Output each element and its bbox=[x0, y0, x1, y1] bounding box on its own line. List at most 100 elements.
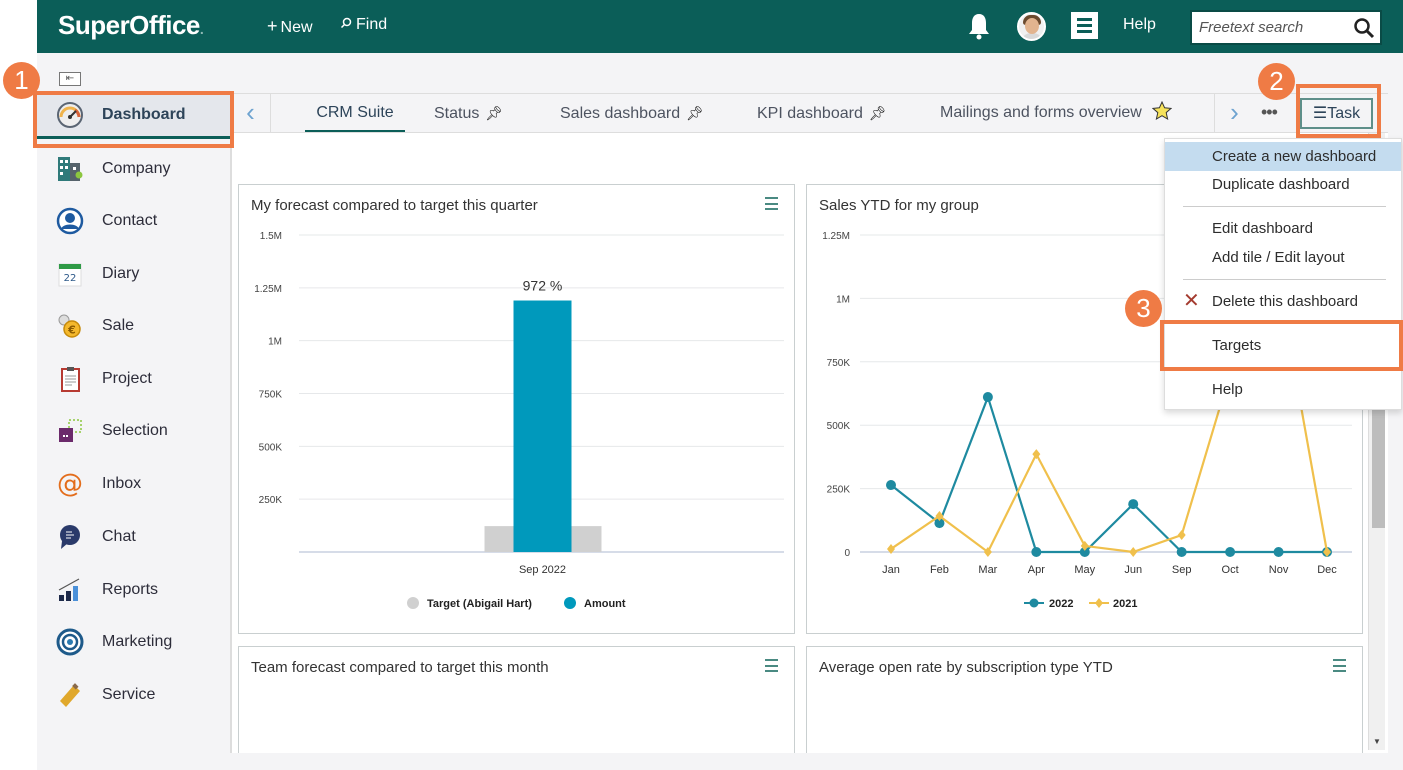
y-tick-label: 750K bbox=[259, 390, 283, 401]
sidebar-item-project[interactable]: Project bbox=[37, 356, 230, 402]
app-window: SuperOffice. +New Find Help ⇤ bbox=[3, 0, 1403, 770]
legend-marker-2021 bbox=[1095, 598, 1103, 608]
sidebar-item-diary[interactable]: 22 Diary bbox=[37, 251, 230, 297]
dashboard-gauge-icon bbox=[57, 101, 83, 128]
hamburger-icon bbox=[1077, 18, 1092, 21]
delete-x-icon: ✕ bbox=[1183, 290, 1200, 312]
sidebar: Dashboard Company Contact 22 Diary € Sal… bbox=[37, 93, 231, 753]
search-icon[interactable] bbox=[1353, 17, 1375, 39]
y-tick-label: 1.25M bbox=[822, 231, 850, 242]
x-tick-label: May bbox=[1074, 564, 1095, 576]
new-button[interactable]: + New bbox=[267, 16, 313, 37]
project-clipboard-icon bbox=[61, 367, 80, 392]
y-tick-label: 1M bbox=[268, 337, 282, 348]
sidebar-item-inbox[interactable]: @ Inbox bbox=[37, 461, 230, 507]
menu-item-edit-dashboard[interactable]: Edit dashboard bbox=[1165, 214, 1401, 243]
sidebar-item-marketing[interactable]: Marketing bbox=[37, 619, 230, 665]
sidebar-item-reports[interactable]: Reports bbox=[37, 567, 230, 613]
freetext-search bbox=[1190, 10, 1382, 45]
tile-team-forecast: Team forecast compared to target this mo… bbox=[238, 646, 795, 753]
task-button[interactable]: ☰Task bbox=[1300, 98, 1373, 129]
pin-icon[interactable]: 📌︎ bbox=[485, 94, 503, 132]
menu-item-targets[interactable]: Targets bbox=[1165, 331, 1401, 360]
sidebar-item-selection[interactable]: Selection bbox=[37, 408, 230, 454]
menu-item-delete-dashboard[interactable]: ✕ Delete this dashboard bbox=[1165, 287, 1401, 316]
callout-badge-3: 3 bbox=[1125, 290, 1162, 327]
user-avatar[interactable] bbox=[1017, 12, 1046, 41]
menu-item-add-tile-edit-layout[interactable]: Add tile / Edit layout bbox=[1165, 243, 1401, 272]
tab-sales-dashboard[interactable]: Sales dashboard 📌︎ bbox=[560, 94, 704, 132]
data-point-2021 bbox=[1177, 530, 1186, 541]
sidebar-item-company[interactable]: Company bbox=[37, 146, 230, 192]
dashboard-tab-bar: ‹ CRM Suite Status 📌︎ Sales dashboard 📌︎ K… bbox=[231, 93, 1388, 133]
chevron-right-icon: › bbox=[1230, 97, 1239, 127]
selection-icon bbox=[59, 419, 82, 442]
bar-data-label: 972 % bbox=[523, 278, 563, 294]
x-tick-label: Feb bbox=[930, 564, 949, 576]
bar-amount bbox=[513, 300, 572, 552]
menu-item-duplicate-dashboard[interactable]: Duplicate dashboard bbox=[1165, 170, 1401, 199]
tile-average-open-rate: Average open rate by subscription type Y… bbox=[806, 646, 1363, 753]
callout-badge-1: 1 bbox=[3, 62, 40, 99]
tab-crm-suite[interactable]: CRM Suite bbox=[305, 94, 405, 132]
help-link[interactable]: Help bbox=[1123, 16, 1156, 34]
tabs-scroll-right[interactable]: › bbox=[1214, 94, 1254, 132]
y-tick-label: 1M bbox=[836, 294, 850, 305]
tab-kpi-dashboard[interactable]: KPI dashboard 📌︎ bbox=[757, 94, 887, 132]
collapse-arrow-icon: ⇤ bbox=[65, 73, 75, 84]
tile-menu-icon[interactable] bbox=[1333, 659, 1346, 672]
tile-my-forecast: My forecast compared to target this quar… bbox=[238, 184, 795, 634]
x-tick-label: Jan bbox=[882, 564, 900, 576]
contact-person-icon bbox=[56, 207, 84, 235]
chat-bubble-icon bbox=[60, 525, 80, 549]
data-point-2022 bbox=[1031, 547, 1042, 557]
pin-icon[interactable]: 📌︎ bbox=[869, 94, 887, 132]
main-menu-button[interactable] bbox=[1071, 12, 1098, 39]
legend-label: Amount bbox=[584, 598, 626, 610]
tile-menu-icon[interactable] bbox=[765, 659, 778, 672]
sidebar-item-contact[interactable]: Contact bbox=[37, 198, 230, 244]
hamburger-icon: ☰ bbox=[1312, 105, 1328, 122]
tab-status[interactable]: Status 📌︎ bbox=[434, 94, 503, 132]
reports-chart-icon bbox=[58, 578, 80, 601]
top-bar: SuperOffice. + New Find Help bbox=[37, 0, 1403, 53]
tab-mailings-and-forms-overview[interactable]: Mailings and forms overview bbox=[940, 94, 1173, 132]
forecast-bar-chart: 250K 500K 750K 1M 1.25M 1.5M 972 % Sep 2022 Targ… bbox=[254, 231, 784, 610]
svg-text:22: 22 bbox=[64, 273, 77, 284]
x-tick-label: Sep 2022 bbox=[519, 564, 566, 576]
menu-divider bbox=[1183, 206, 1386, 207]
callout-badge-2: 2 bbox=[1258, 63, 1295, 100]
data-point-2022 bbox=[1273, 547, 1284, 557]
x-tick-label: Mar bbox=[978, 564, 997, 576]
x-tick-label: Sep bbox=[1172, 564, 1192, 576]
svg-text:@: @ bbox=[57, 470, 83, 498]
sidebar-item-sale[interactable]: € Sale bbox=[37, 303, 230, 349]
superoffice-logo[interactable]: SuperOffice. bbox=[58, 10, 204, 41]
tabs-scroll-left[interactable]: ‹ bbox=[231, 94, 271, 132]
x-tick-label: Oct bbox=[1222, 564, 1239, 576]
scroll-down-arrow-icon[interactable]: ▼ bbox=[1373, 737, 1381, 746]
sidebar-item-dashboard[interactable]: Dashboard bbox=[37, 93, 230, 139]
y-tick-label: 1.5M bbox=[260, 231, 282, 242]
y-tick-label: 250K bbox=[827, 485, 851, 496]
star-icon[interactable] bbox=[1152, 101, 1173, 120]
notifications-bell-icon[interactable] bbox=[967, 12, 991, 40]
menu-item-help[interactable]: Help bbox=[1165, 375, 1401, 404]
pin-icon[interactable]: 📌︎ bbox=[686, 94, 704, 132]
diary-calendar-icon: 22 bbox=[58, 263, 82, 287]
legend-marker-amount bbox=[564, 597, 576, 609]
y-tick-label: 0 bbox=[844, 548, 850, 559]
data-point-2022 bbox=[1176, 547, 1187, 557]
menu-item-create-new-dashboard[interactable]: Create a new dashboard bbox=[1165, 142, 1401, 171]
y-tick-label: 250K bbox=[259, 495, 283, 506]
legend-label: 2021 bbox=[1113, 598, 1137, 610]
sidebar-item-chat[interactable]: Chat bbox=[37, 514, 230, 560]
inbox-at-icon: @ bbox=[57, 470, 83, 498]
data-point-2022 bbox=[982, 392, 993, 403]
x-tick-label: Jun bbox=[1124, 564, 1142, 576]
sidebar-item-service[interactable]: Service bbox=[37, 672, 230, 718]
collapse-sidebar-button[interactable]: ⇤ bbox=[59, 72, 81, 86]
find-button[interactable]: Find bbox=[340, 16, 387, 34]
legend-label: Target (Abigail Hart) bbox=[427, 598, 532, 610]
search-input[interactable] bbox=[1192, 12, 1352, 43]
